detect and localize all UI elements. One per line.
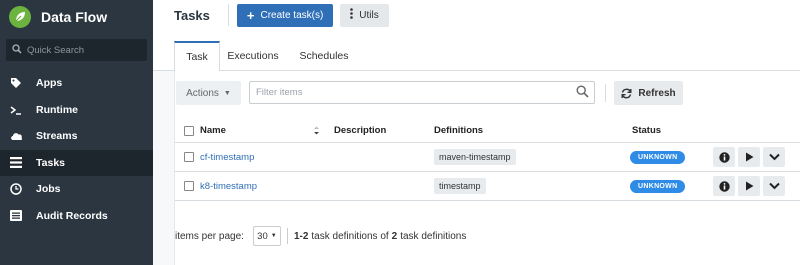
sidebar-item-audit-records[interactable]: Audit Records bbox=[0, 203, 153, 230]
toolbar-divider bbox=[605, 84, 606, 102]
tab-schedules[interactable]: Schedules bbox=[286, 41, 362, 71]
header-cell-select bbox=[184, 119, 194, 142]
tag-icon bbox=[9, 76, 23, 90]
sidebar-item-label: Jobs bbox=[36, 183, 61, 196]
clock-icon bbox=[9, 182, 23, 196]
quick-search-input[interactable] bbox=[27, 44, 137, 56]
sidebar-item-tasks[interactable]: Tasks bbox=[0, 149, 153, 176]
pagination-summary-middle: task definitions of bbox=[311, 230, 389, 242]
brand[interactable]: Data Flow bbox=[0, 0, 153, 34]
brand-title: Data Flow bbox=[41, 9, 108, 25]
spring-leaf-icon bbox=[9, 6, 31, 28]
cloud-icon bbox=[9, 129, 23, 143]
column-status[interactable]: Status bbox=[632, 119, 661, 142]
row-checkbox[interactable] bbox=[184, 152, 194, 162]
filter-box bbox=[249, 81, 595, 104]
sidebar-item-label: Audit Records bbox=[36, 209, 108, 222]
main-area: Tasks + Create task(s) Utils Task Execut… bbox=[153, 0, 800, 265]
row-actions bbox=[713, 143, 788, 171]
filter-input[interactable] bbox=[250, 87, 565, 98]
pagination: items per page: 30 ▼ 1-2 task definition… bbox=[175, 223, 466, 249]
row-actions bbox=[713, 172, 788, 200]
create-task-label: Create task(s) bbox=[260, 9, 324, 21]
sidebar-item-label: Streams bbox=[36, 130, 78, 143]
refresh-label: Refresh bbox=[638, 87, 676, 99]
pagination-range: 1-2 bbox=[293, 230, 309, 242]
column-name[interactable]: Name bbox=[200, 119, 226, 142]
pager-divider bbox=[286, 228, 288, 244]
page-size-value: 30 bbox=[257, 230, 268, 242]
content-area: Actions ▼ Refresh bbox=[153, 71, 800, 265]
table-header: Name Description Definitions Status bbox=[175, 119, 800, 143]
quick-search[interactable] bbox=[6, 39, 147, 61]
terminal-icon bbox=[9, 103, 23, 117]
task-name-link[interactable]: cf-timestamp bbox=[200, 143, 254, 171]
task-definition: timestamp bbox=[434, 178, 486, 194]
utils-button[interactable]: Utils bbox=[340, 3, 389, 27]
sidebar-nav: Apps Runtime Streams Tasks Jobs Audit Re… bbox=[0, 70, 153, 229]
row-checkbox[interactable] bbox=[184, 181, 194, 191]
plus-icon: + bbox=[246, 7, 255, 23]
table-row: k8-timestamp timestamp UNKNOWN bbox=[175, 172, 800, 201]
chevron-down-icon[interactable] bbox=[763, 176, 785, 196]
caret-down-icon: ▼ bbox=[223, 89, 231, 97]
items-per-page-label: items per page: bbox=[175, 230, 244, 242]
sidebar-item-apps[interactable]: Apps bbox=[0, 70, 153, 97]
tab-task[interactable]: Task bbox=[174, 41, 220, 72]
list-toolbar: Actions ▼ Refresh bbox=[175, 81, 800, 105]
status-badge: UNKNOWN bbox=[630, 150, 686, 164]
info-icon[interactable] bbox=[713, 176, 735, 196]
vertical-ellipsis-icon bbox=[350, 8, 354, 22]
select-all-checkbox[interactable] bbox=[184, 125, 194, 136]
sidebar: Data Flow Apps Runtime Streams bbox=[0, 0, 153, 265]
column-definitions[interactable]: Definitions bbox=[434, 119, 483, 142]
pagination-total: 2 bbox=[391, 230, 398, 242]
page-size-select[interactable]: 30 ▼ bbox=[252, 226, 281, 246]
task-table: Name Description Definitions Status cf-t… bbox=[175, 119, 800, 201]
tab-executions[interactable]: Executions bbox=[220, 41, 286, 71]
sidebar-item-label: Tasks bbox=[36, 156, 65, 169]
chevron-down-icon[interactable] bbox=[763, 147, 785, 167]
utils-label: Utils bbox=[359, 9, 379, 21]
row-select-cell bbox=[184, 143, 194, 171]
info-icon[interactable] bbox=[713, 147, 735, 167]
list-icon bbox=[9, 209, 23, 223]
refresh-button[interactable]: Refresh bbox=[614, 81, 683, 105]
row-select-cell bbox=[184, 172, 194, 200]
actions-dropdown[interactable]: Actions ▼ bbox=[176, 81, 241, 105]
task-name-link[interactable]: k8-timestamp bbox=[200, 172, 257, 200]
table-row: cf-timestamp maven-timestamp UNKNOWN bbox=[175, 143, 800, 172]
actions-label: Actions bbox=[186, 87, 219, 99]
play-icon[interactable] bbox=[738, 147, 760, 167]
caret-down-icon: ▼ bbox=[270, 233, 277, 239]
sidebar-item-label: Runtime bbox=[36, 103, 78, 116]
sidebar-item-streams[interactable]: Streams bbox=[0, 123, 153, 150]
tabs-bar: Task Executions Schedules bbox=[153, 41, 800, 72]
play-icon[interactable] bbox=[738, 176, 760, 196]
task-panel: Actions ▼ Refresh bbox=[174, 71, 800, 265]
sidebar-item-jobs[interactable]: Jobs bbox=[0, 176, 153, 203]
search-icon[interactable] bbox=[576, 85, 590, 99]
refresh-icon bbox=[621, 88, 632, 99]
header-divider bbox=[227, 4, 229, 26]
tasks-icon bbox=[9, 156, 23, 170]
sidebar-item-label: Apps bbox=[36, 77, 63, 90]
status-badge: UNKNOWN bbox=[630, 179, 686, 193]
sidebar-item-runtime[interactable]: Runtime bbox=[0, 97, 153, 124]
task-definition: maven-timestamp bbox=[434, 149, 516, 165]
sort-icon[interactable] bbox=[313, 119, 320, 142]
page-header: Tasks + Create task(s) Utils bbox=[153, 0, 800, 30]
create-task-button[interactable]: + Create task(s) bbox=[236, 3, 334, 27]
pagination-summary-end: task definitions bbox=[400, 230, 467, 242]
column-description[interactable]: Description bbox=[334, 119, 386, 142]
search-icon bbox=[12, 43, 22, 57]
page-title: Tasks bbox=[174, 7, 210, 23]
